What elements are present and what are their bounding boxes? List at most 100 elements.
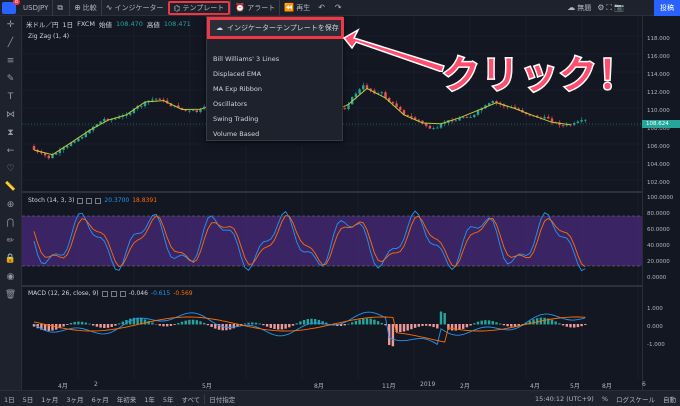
candles-icon: ⧉ — [57, 2, 64, 12]
compare-label: 比較 — [82, 3, 97, 12]
camera-icon[interactable]: 📷 — [614, 3, 624, 12]
template-item[interactable]: Displaced EMA — [213, 70, 261, 78]
brush-icon[interactable]: ✎ — [0, 70, 21, 88]
compare-button[interactable]: ⊕ 比較 — [69, 0, 101, 16]
indicators-button[interactable]: ∿ インジケーター — [100, 0, 168, 16]
time-axis[interactable]: 4月25月8月11月20192月4月5月6月8月 — [22, 380, 648, 397]
symbol-info: 米ドル／円 1日 FXCM 始値 108.470 高値 108.471 — [26, 19, 191, 29]
range-button[interactable]: 年初来 — [113, 394, 141, 404]
close-icon[interactable] — [119, 290, 126, 297]
template-item[interactable]: Volume Based — [213, 130, 259, 138]
undo-button[interactable]: ↶ — [314, 0, 331, 16]
publish-button[interactable]: 投稿 — [654, 0, 680, 16]
redo-icon: ↷ — [334, 3, 342, 12]
time-tick: 4月 — [58, 383, 68, 390]
trash-icon[interactable]: 🗑 — [0, 286, 21, 304]
eye-icon[interactable]: ◉ — [0, 268, 21, 286]
magnet-icon[interactable]: ⋂ — [0, 214, 21, 232]
range-button[interactable]: 6ヶ月 — [88, 394, 113, 404]
range-button[interactable]: 1年 — [140, 394, 159, 404]
stoch-k-value: 20.3700 — [104, 197, 130, 204]
price-tick: 106.000 — [647, 144, 670, 150]
price-axis[interactable]: 118.000 116.000 114.000 112.000 110.000 108.0… — [642, 16, 680, 390]
save-template-label: インジケーターテンプレートを保存 — [227, 24, 339, 32]
template-item[interactable]: Bill Williams' 3 Lines — [213, 55, 279, 63]
pattern-icon[interactable]: ⋈ — [0, 106, 21, 124]
layout-label: 無題 — [577, 3, 592, 12]
macd-tick: 0.000 — [647, 324, 663, 330]
stoch-tick: 60.0000 — [647, 227, 670, 233]
stoch-tick: 40.0000 — [647, 243, 670, 249]
stoch-tick: 100.0000 — [647, 195, 674, 201]
macd-value: -0.615 — [150, 290, 171, 297]
stoch-tick: 80.0000 — [647, 211, 670, 217]
settings-icon[interactable] — [86, 197, 93, 204]
template-item[interactable]: MA Exp Ribbon — [213, 85, 262, 93]
close-icon[interactable] — [95, 197, 102, 204]
back-icon[interactable]: ← — [0, 142, 21, 160]
template-item[interactable]: Swing Trading — [213, 115, 258, 123]
pencil-icon[interactable]: ✏ — [0, 232, 21, 250]
menu-icon[interactable]: 8 — [2, 0, 20, 14]
settings-icon[interactable] — [110, 290, 117, 297]
save-template-item[interactable]: ☁ インジケーターテンプレートを保存 — [207, 17, 344, 39]
range-button[interactable]: 1ヶ月 — [37, 394, 62, 404]
percent-button[interactable]: % — [598, 395, 612, 403]
log-button[interactable]: ログスケール — [612, 394, 659, 404]
click-callout: クリック！ — [440, 52, 638, 99]
symbol-search[interactable]: USDJPY — [19, 0, 52, 16]
crosshair-icon[interactable]: ✛ — [0, 16, 21, 34]
fib-icon[interactable]: ≡ — [0, 52, 21, 70]
alert-button[interactable]: ⏰ アラート — [230, 0, 279, 16]
macd-label: MACD (12, 26, close, 9) — [28, 290, 99, 297]
range-button[interactable]: 1日 — [0, 394, 19, 404]
time-tick: 2月 — [460, 383, 470, 390]
templates-button[interactable]: ⌬ テンプレート — [167, 1, 231, 15]
range-button[interactable]: すべて — [177, 394, 204, 404]
zigzag-legend[interactable]: Zig Zag (1, 4) — [28, 33, 69, 40]
text-icon[interactable]: T — [0, 88, 21, 106]
ruler-icon[interactable]: 📏 — [0, 178, 21, 196]
range-button[interactable]: 5日 — [19, 394, 38, 404]
clock-time[interactable]: 15:40:12 (UTC+9) — [531, 395, 598, 403]
lock-icon[interactable]: 🔒 — [0, 250, 21, 268]
range-button[interactable]: 3ヶ月 — [62, 394, 87, 404]
stoch-legend[interactable]: Stoch (14, 3, 3) 20.3700 18.8391 — [28, 197, 157, 204]
trendline-icon[interactable]: ╱ — [0, 34, 21, 52]
stoch-label: Stoch (14, 3, 3) — [28, 197, 75, 204]
zoom-icon[interactable]: ⊕ — [0, 196, 21, 214]
replay-icon: ⏪ — [284, 3, 295, 12]
layout-button[interactable]: ☁ 無題 ⚙ ⛶ 📷 — [563, 0, 630, 16]
interval-button[interactable]: ⧉ — [52, 0, 69, 16]
macd-tick: -1.000 — [647, 342, 665, 348]
time-tick: 8月 — [602, 383, 612, 390]
macd-legend[interactable]: MACD (12, 26, close, 9) -0.046 -0.615 -0… — [28, 290, 193, 297]
template-item[interactable]: Oscillators — [213, 100, 247, 108]
visibility-icon[interactable] — [77, 197, 84, 204]
visibility-icon[interactable] — [101, 290, 108, 297]
gear-icon[interactable]: ⚙ — [597, 3, 604, 12]
price-tick: 110.000 — [647, 108, 670, 114]
replay-button[interactable]: ⏪ 再生 — [279, 0, 314, 16]
drawing-toolbar: ✛ ╱ ≡ ✎ T ⋈ ⧗ ← ♡ 📏 ⊕ ⋂ ✏ 🔒 ◉ 🗑 — [0, 16, 22, 390]
time-tick: 2019 — [420, 381, 436, 388]
auto-button[interactable]: 自動 — [659, 394, 680, 404]
high-label: 高値 — [146, 21, 160, 29]
bottom-toolbar: 1日 5日 1ヶ月 3ヶ月 6ヶ月 年初来 1年 5年 すべて 日付指定 15:… — [0, 390, 680, 406]
fullscreen-icon[interactable]: ⛶ — [606, 3, 612, 13]
time-tick: 5月 — [570, 383, 580, 390]
zigzag-label: Zig Zag (1, 4) — [28, 33, 70, 40]
time-tick: 8月 — [314, 383, 324, 390]
forecast-icon[interactable]: ⧗ — [0, 124, 21, 142]
heart-icon[interactable]: ♡ — [0, 160, 21, 178]
range-button[interactable]: 5年 — [159, 394, 178, 404]
redo-button[interactable]: ↷ — [331, 0, 348, 16]
open-label: 始値 — [99, 21, 113, 29]
alert-label: アラート — [247, 3, 276, 12]
stoch-tick: 20.0000 — [647, 259, 670, 265]
top-toolbar: 8 USDJPY ⧉ ⊕ 比較 ∿ インジケーター ⌬ テンプレート ⏰ アラート ⏪ 再… — [0, 0, 680, 16]
time-tick: 4月 — [530, 383, 540, 390]
indicators-icon: ∿ — [105, 3, 113, 12]
price-tick: 112.000 — [647, 90, 670, 96]
goto-date-button[interactable]: 日付指定 — [204, 393, 239, 404]
